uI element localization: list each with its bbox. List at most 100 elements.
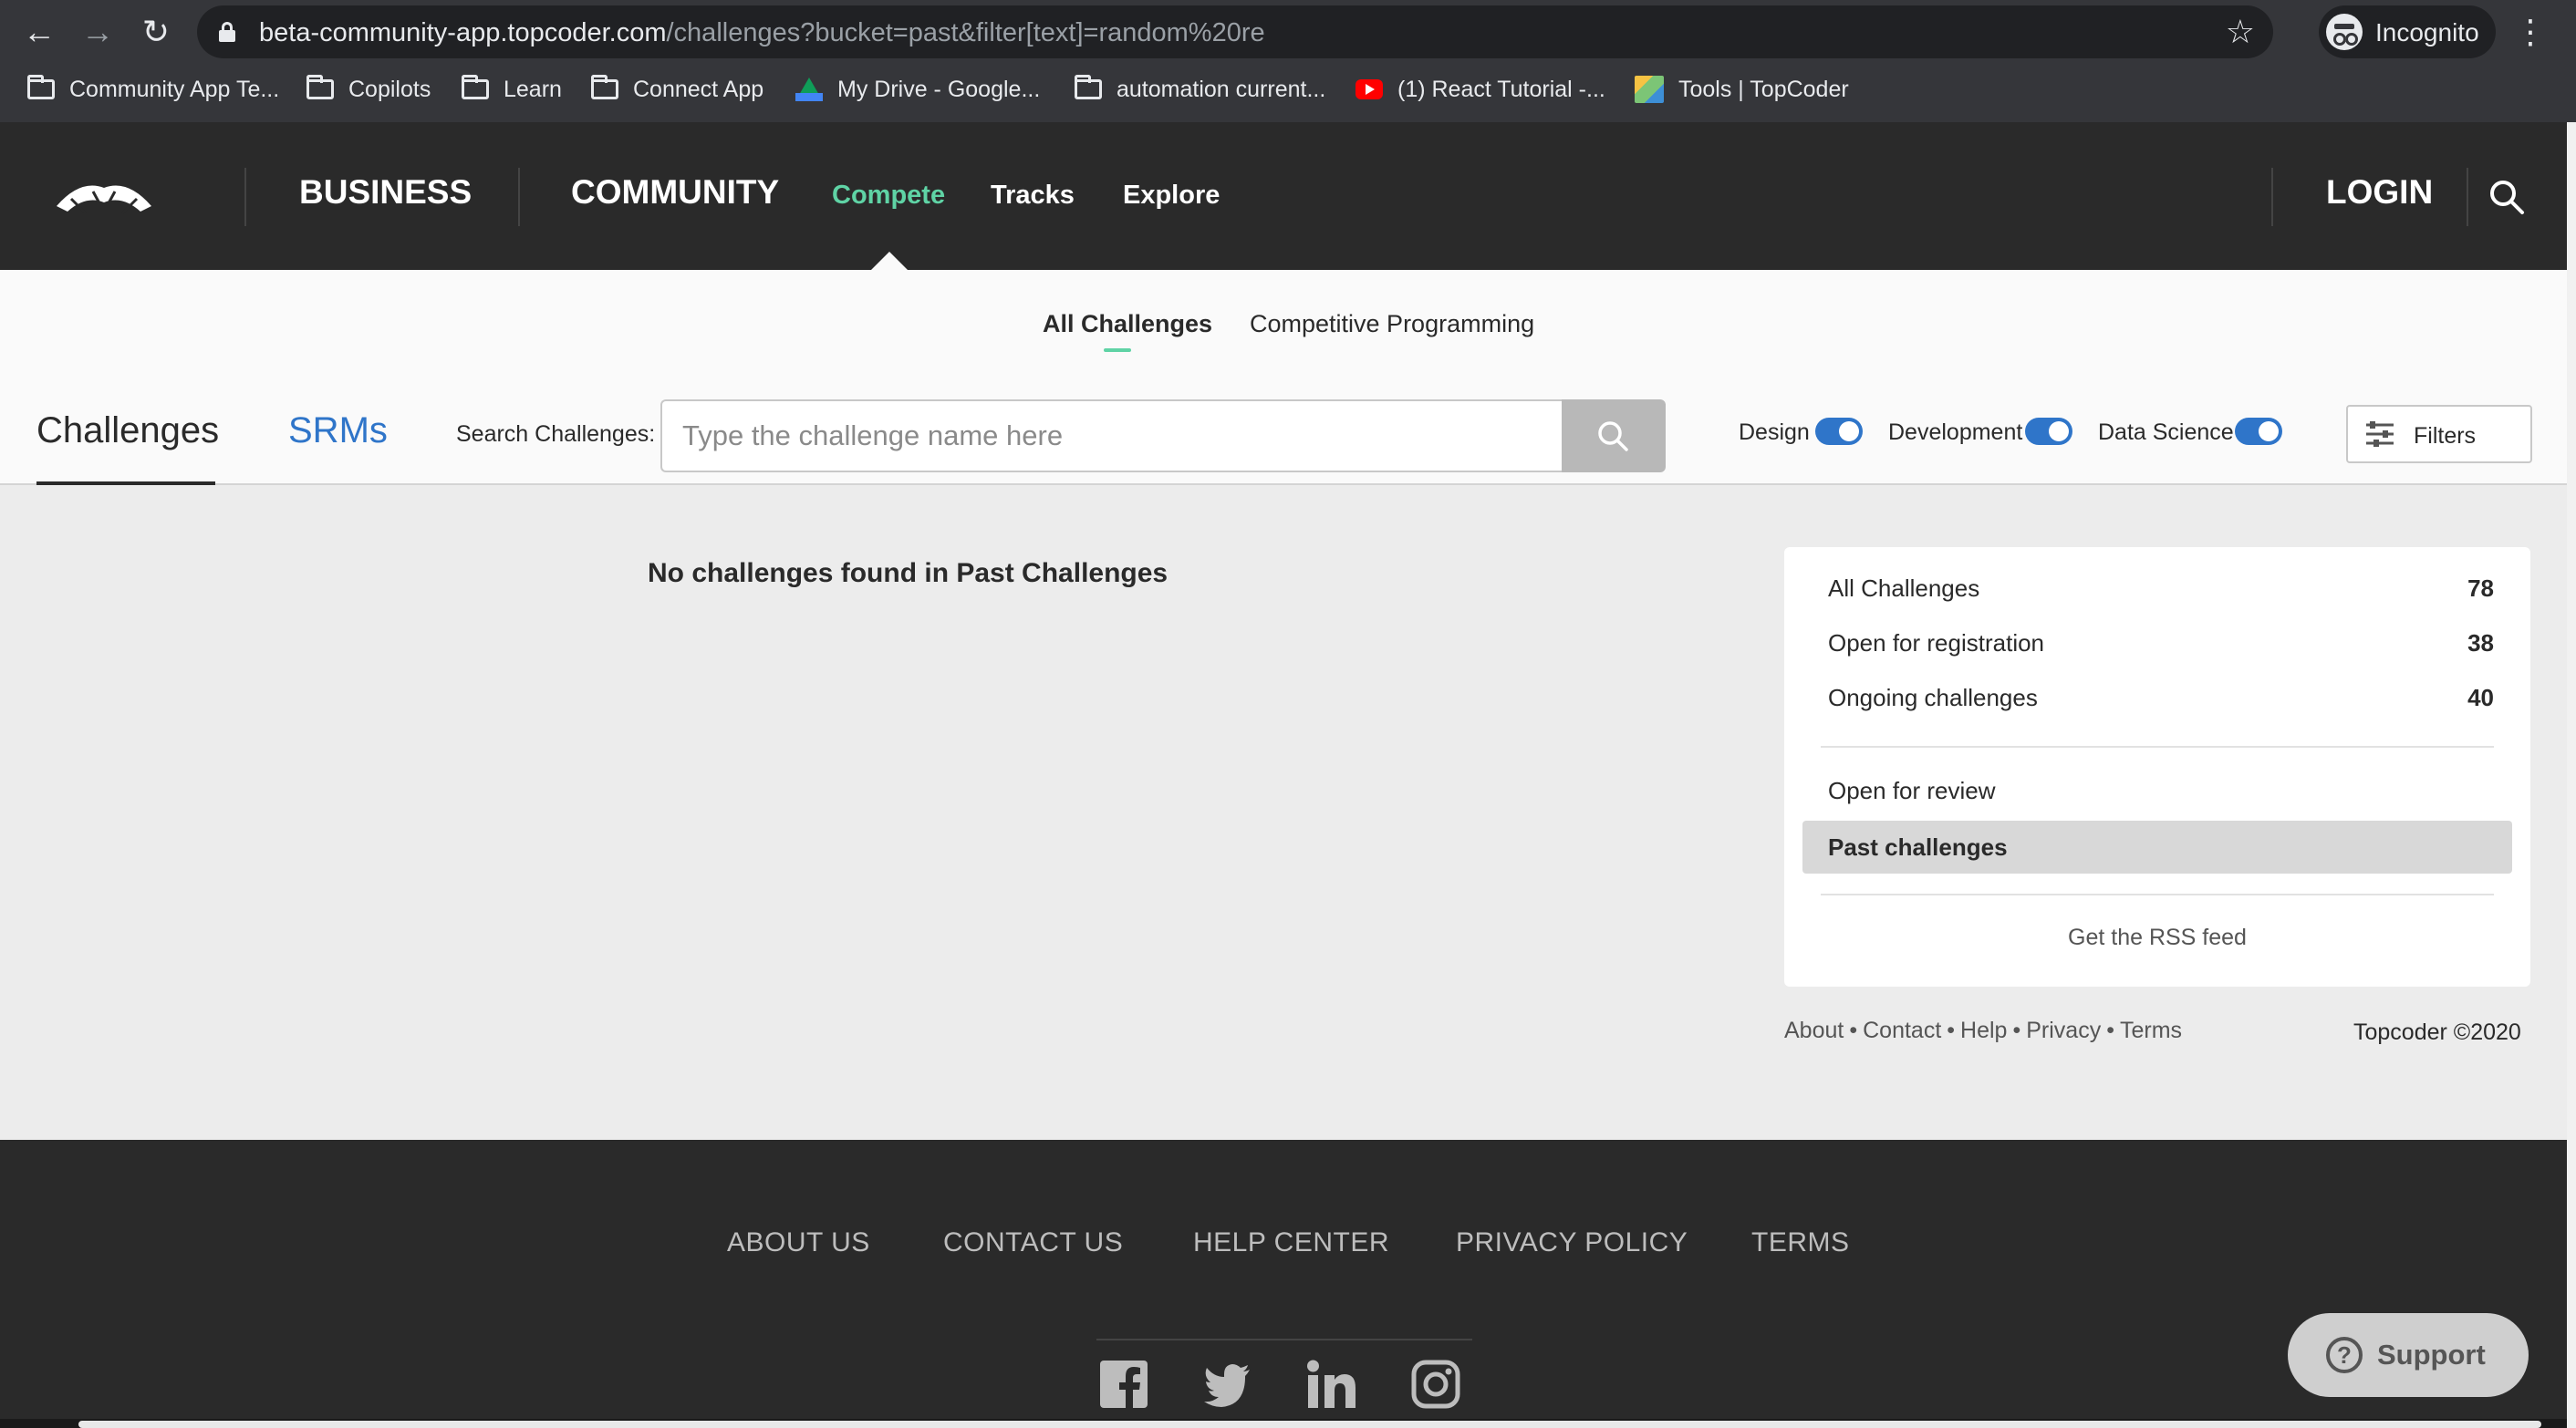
bookmark-item[interactable]: Copilots xyxy=(306,73,431,106)
challenges-tab-underline xyxy=(36,481,215,485)
address-bar[interactable]: beta-community-app.topcoder.com/challeng… xyxy=(197,5,2273,58)
folder-icon xyxy=(462,75,489,99)
support-button[interactable]: ? Support xyxy=(2288,1313,2529,1397)
footer-link-help-center[interactable]: HELP CENTER xyxy=(1193,1227,1389,1258)
sidebar-divider xyxy=(1821,894,2494,895)
tab-all-challenges[interactable]: All Challenges xyxy=(1043,310,1212,338)
bucket-open-for-registration[interactable]: Open for registration 38 xyxy=(1802,616,2512,669)
support-label: Support xyxy=(2377,1339,2486,1371)
buckets-sidebar: All Challenges 78 Open for registration … xyxy=(1784,547,2530,987)
bucket-count: 40 xyxy=(2467,684,2494,711)
header-divider xyxy=(518,168,520,226)
incognito-profile-button[interactable]: Incognito xyxy=(2319,5,2496,58)
facebook-icon[interactable] xyxy=(1098,1359,1149,1410)
bookmark-item[interactable]: automation current... xyxy=(1075,73,1325,106)
bookmark-star-icon[interactable]: ☆ xyxy=(2226,13,2255,51)
toggle-design[interactable] xyxy=(1815,418,1863,445)
social-divider xyxy=(1096,1339,1472,1340)
toggle-label-development: Development xyxy=(1888,419,2023,445)
empty-state-message: No challenges found in Past Challenges xyxy=(648,558,1169,588)
bucket-count: 38 xyxy=(2467,629,2494,657)
header-divider xyxy=(2271,168,2273,226)
url-host: beta-community-app.topcoder.com xyxy=(259,18,667,47)
login-button[interactable]: LOGIN xyxy=(2326,173,2433,212)
vertical-scrollbar[interactable] xyxy=(2567,122,2576,1428)
footer-link-terms[interactable]: TERMS xyxy=(1751,1227,1850,1258)
topcoder-favicon-icon xyxy=(1635,76,1664,103)
active-nav-caret xyxy=(871,252,908,270)
forward-arrow-icon[interactable]: → xyxy=(75,9,120,55)
rss-feed-link[interactable]: Get the RSS feed xyxy=(1784,925,2530,951)
question-icon: ? xyxy=(2326,1337,2363,1373)
sliders-icon xyxy=(2366,421,2394,447)
footer-link-privacy-policy[interactable]: PRIVACY POLICY xyxy=(1456,1227,1688,1258)
toggle-label-data-science: Data Science xyxy=(2098,419,2234,445)
link-privacy[interactable]: Privacy xyxy=(2026,1018,2101,1043)
search-input[interactable] xyxy=(660,399,1562,472)
url-path: /challenges?bucket=past&filter[text]=ran… xyxy=(666,18,1265,47)
horizontal-scrollbar-thumb[interactable] xyxy=(78,1421,2541,1428)
folder-icon xyxy=(27,75,55,99)
active-tab-indicator xyxy=(1104,348,1131,352)
back-arrow-icon[interactable]: ← xyxy=(16,9,62,55)
twitter-icon[interactable] xyxy=(1202,1359,1253,1410)
search-icon xyxy=(1598,421,1628,451)
topcoder-logo-icon[interactable] xyxy=(53,175,155,217)
bookmark-item[interactable]: Tools | TopCoder xyxy=(1635,73,1849,106)
site-footer: ABOUT US CONTACT US HELP CENTER PRIVACY … xyxy=(0,1140,2567,1428)
instagram-icon[interactable] xyxy=(1410,1359,1461,1410)
search-label: Search Challenges: xyxy=(456,421,656,447)
url-text[interactable]: beta-community-app.topcoder.com/challeng… xyxy=(259,18,1265,48)
bookmark-item[interactable]: Community App Te... xyxy=(27,73,279,106)
header-divider xyxy=(244,168,246,226)
linkedin-icon[interactable] xyxy=(1306,1359,1357,1410)
bookmark-item[interactable]: (1) React Tutorial -... xyxy=(1356,73,1605,106)
nav-tracks[interactable]: Tracks xyxy=(991,181,1075,211)
reload-icon[interactable]: ↻ xyxy=(133,9,179,55)
toggle-label-design: Design xyxy=(1739,419,1810,445)
toggle-data-science[interactable] xyxy=(2235,418,2282,445)
tab-challenges[interactable]: Challenges xyxy=(36,410,219,451)
folder-icon xyxy=(1075,75,1102,99)
toggle-development[interactable] xyxy=(2025,418,2072,445)
bookmark-item[interactable]: My Drive - Google... xyxy=(795,73,1040,106)
search-button[interactable] xyxy=(1562,399,1666,472)
bookmark-item[interactable]: Learn xyxy=(462,73,562,106)
copyright: Topcoder ©2020 xyxy=(2353,1019,2521,1045)
bookmark-item[interactable]: Connect App xyxy=(591,73,763,106)
bookmarks-bar: Community App Te... Copilots Learn Conne… xyxy=(0,67,2576,111)
filters-label: Filters xyxy=(2414,423,2477,449)
incognito-label: Incognito xyxy=(2375,18,2479,47)
youtube-icon xyxy=(1356,79,1383,99)
nav-business[interactable]: BUSINESS xyxy=(299,173,472,212)
browser-menu-icon[interactable]: ⋮ xyxy=(2514,9,2547,55)
link-about[interactable]: About xyxy=(1784,1018,1844,1043)
bucket-all-challenges[interactable]: All Challenges 78 xyxy=(1802,562,2512,615)
sidebar-divider xyxy=(1821,746,2494,748)
link-help[interactable]: Help xyxy=(1960,1018,2007,1043)
link-terms[interactable]: Terms xyxy=(2120,1018,2182,1043)
nav-community[interactable]: COMMUNITY xyxy=(571,173,779,212)
footer-link-about-us[interactable]: ABOUT US xyxy=(727,1227,870,1258)
site-header: BUSINESS COMMUNITY Compete Tracks Explor… xyxy=(0,122,2567,270)
filters-button[interactable]: Filters xyxy=(2346,405,2532,463)
nav-explore[interactable]: Explore xyxy=(1123,181,1220,211)
challenges-toolbar: All Challenges Competitive Programming C… xyxy=(0,270,2567,485)
lock-icon xyxy=(219,22,235,42)
tab-competitive-programming[interactable]: Competitive Programming xyxy=(1250,310,1534,338)
nav-compete[interactable]: Compete xyxy=(832,181,945,211)
incognito-icon xyxy=(2326,14,2363,50)
browser-toolbar: ← → ↻ beta-community-app.topcoder.com/ch… xyxy=(0,0,2576,64)
footer-link-contact-us[interactable]: CONTACT US xyxy=(943,1227,1123,1258)
bucket-ongoing-challenges[interactable]: Ongoing challenges 40 xyxy=(1802,671,2512,724)
sidebar-footer-links: About • Contact • Help • Privacy • Terms xyxy=(1784,1018,2183,1043)
google-drive-icon xyxy=(795,78,823,101)
tab-srms[interactable]: SRMs xyxy=(288,410,388,451)
bucket-past-challenges[interactable]: Past challenges xyxy=(1802,821,2512,874)
search-icon[interactable] xyxy=(2488,179,2525,215)
header-divider xyxy=(2467,168,2468,226)
folder-icon xyxy=(591,75,618,99)
link-contact[interactable]: Contact xyxy=(1863,1018,1941,1043)
folder-icon xyxy=(306,75,334,99)
bucket-open-for-review[interactable]: Open for review xyxy=(1802,764,2512,817)
